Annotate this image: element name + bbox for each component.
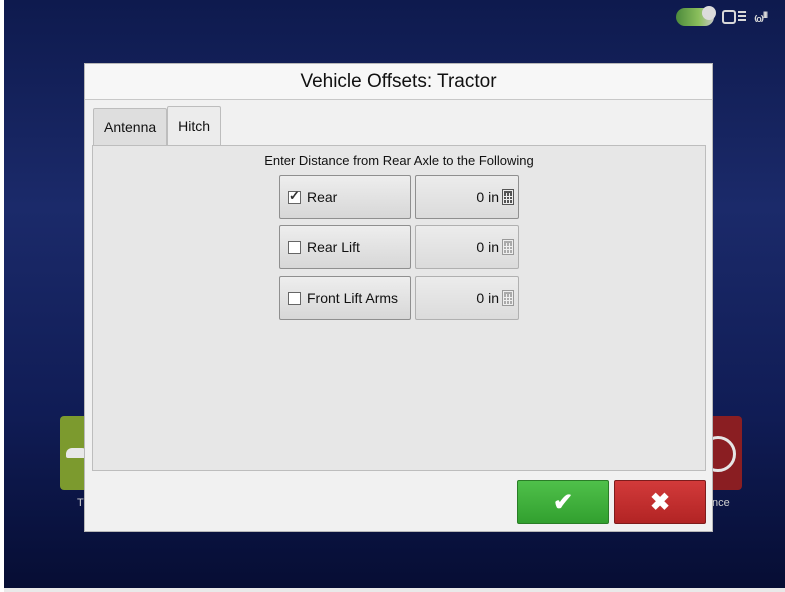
front-lift-arms-label: Front Lift Arms [307,290,399,306]
hitch-panel: Enter Distance from Rear Axle to the Fol… [92,145,706,471]
calculator-icon [502,239,514,255]
front-lift-arms-checkbox[interactable] [288,291,301,305]
rear-toggle-button[interactable]: Rear [279,175,411,219]
rear-label: Rear [307,189,338,205]
panel-heading: Enter Distance from Rear Axle to the Fol… [264,153,534,168]
front-lift-arms-toggle-button[interactable]: Front Lift Arms [279,276,411,320]
offset-row-front-lift-arms: Front Lift Arms 0 in [279,276,519,320]
rear-checkbox[interactable] [288,188,301,204]
gps-status-icon[interactable] [676,6,717,26]
offset-row-rear: Rear 0 in [279,175,519,219]
rear-lift-value-field: 0 in [415,225,519,269]
checkmark-icon: ✔ [552,488,574,516]
status-bar: ₍ₒ₎ᴵᴵᴵ [676,6,768,28]
rear-value: 0 in [476,189,499,205]
background-tile-label-right: nce [712,497,730,509]
rear-value-field[interactable]: 0 in [415,175,519,219]
rear-lift-value: 0 in [476,239,499,255]
offset-row-rear-lift: Rear Lift 0 in [279,225,519,269]
tab-bar: Antenna Hitch [93,106,222,145]
rear-lift-toggle-button[interactable]: Rear Lift [279,225,411,269]
signal-icon[interactable]: ₍ₒ₎ᴵᴵᴵ [754,9,768,25]
calculator-icon [502,189,514,205]
vehicle-offsets-dialog: Vehicle Offsets: Tractor Antenna Hitch E… [84,63,713,532]
front-lift-arms-value-field: 0 in [415,276,519,320]
front-lift-arms-value: 0 in [476,290,499,306]
cancel-button[interactable]: ✖ [614,480,706,524]
calculator-icon [502,290,514,306]
dialog-title: Vehicle Offsets: Tractor [85,64,712,100]
display-icon[interactable] [722,10,747,24]
rear-lift-checkbox[interactable] [288,240,301,254]
rear-lift-label: Rear Lift [307,239,360,255]
ok-button[interactable]: ✔ [517,480,609,524]
tab-hitch[interactable]: Hitch [167,106,222,145]
close-icon: ✖ [649,488,671,516]
tab-antenna[interactable]: Antenna [93,108,168,145]
